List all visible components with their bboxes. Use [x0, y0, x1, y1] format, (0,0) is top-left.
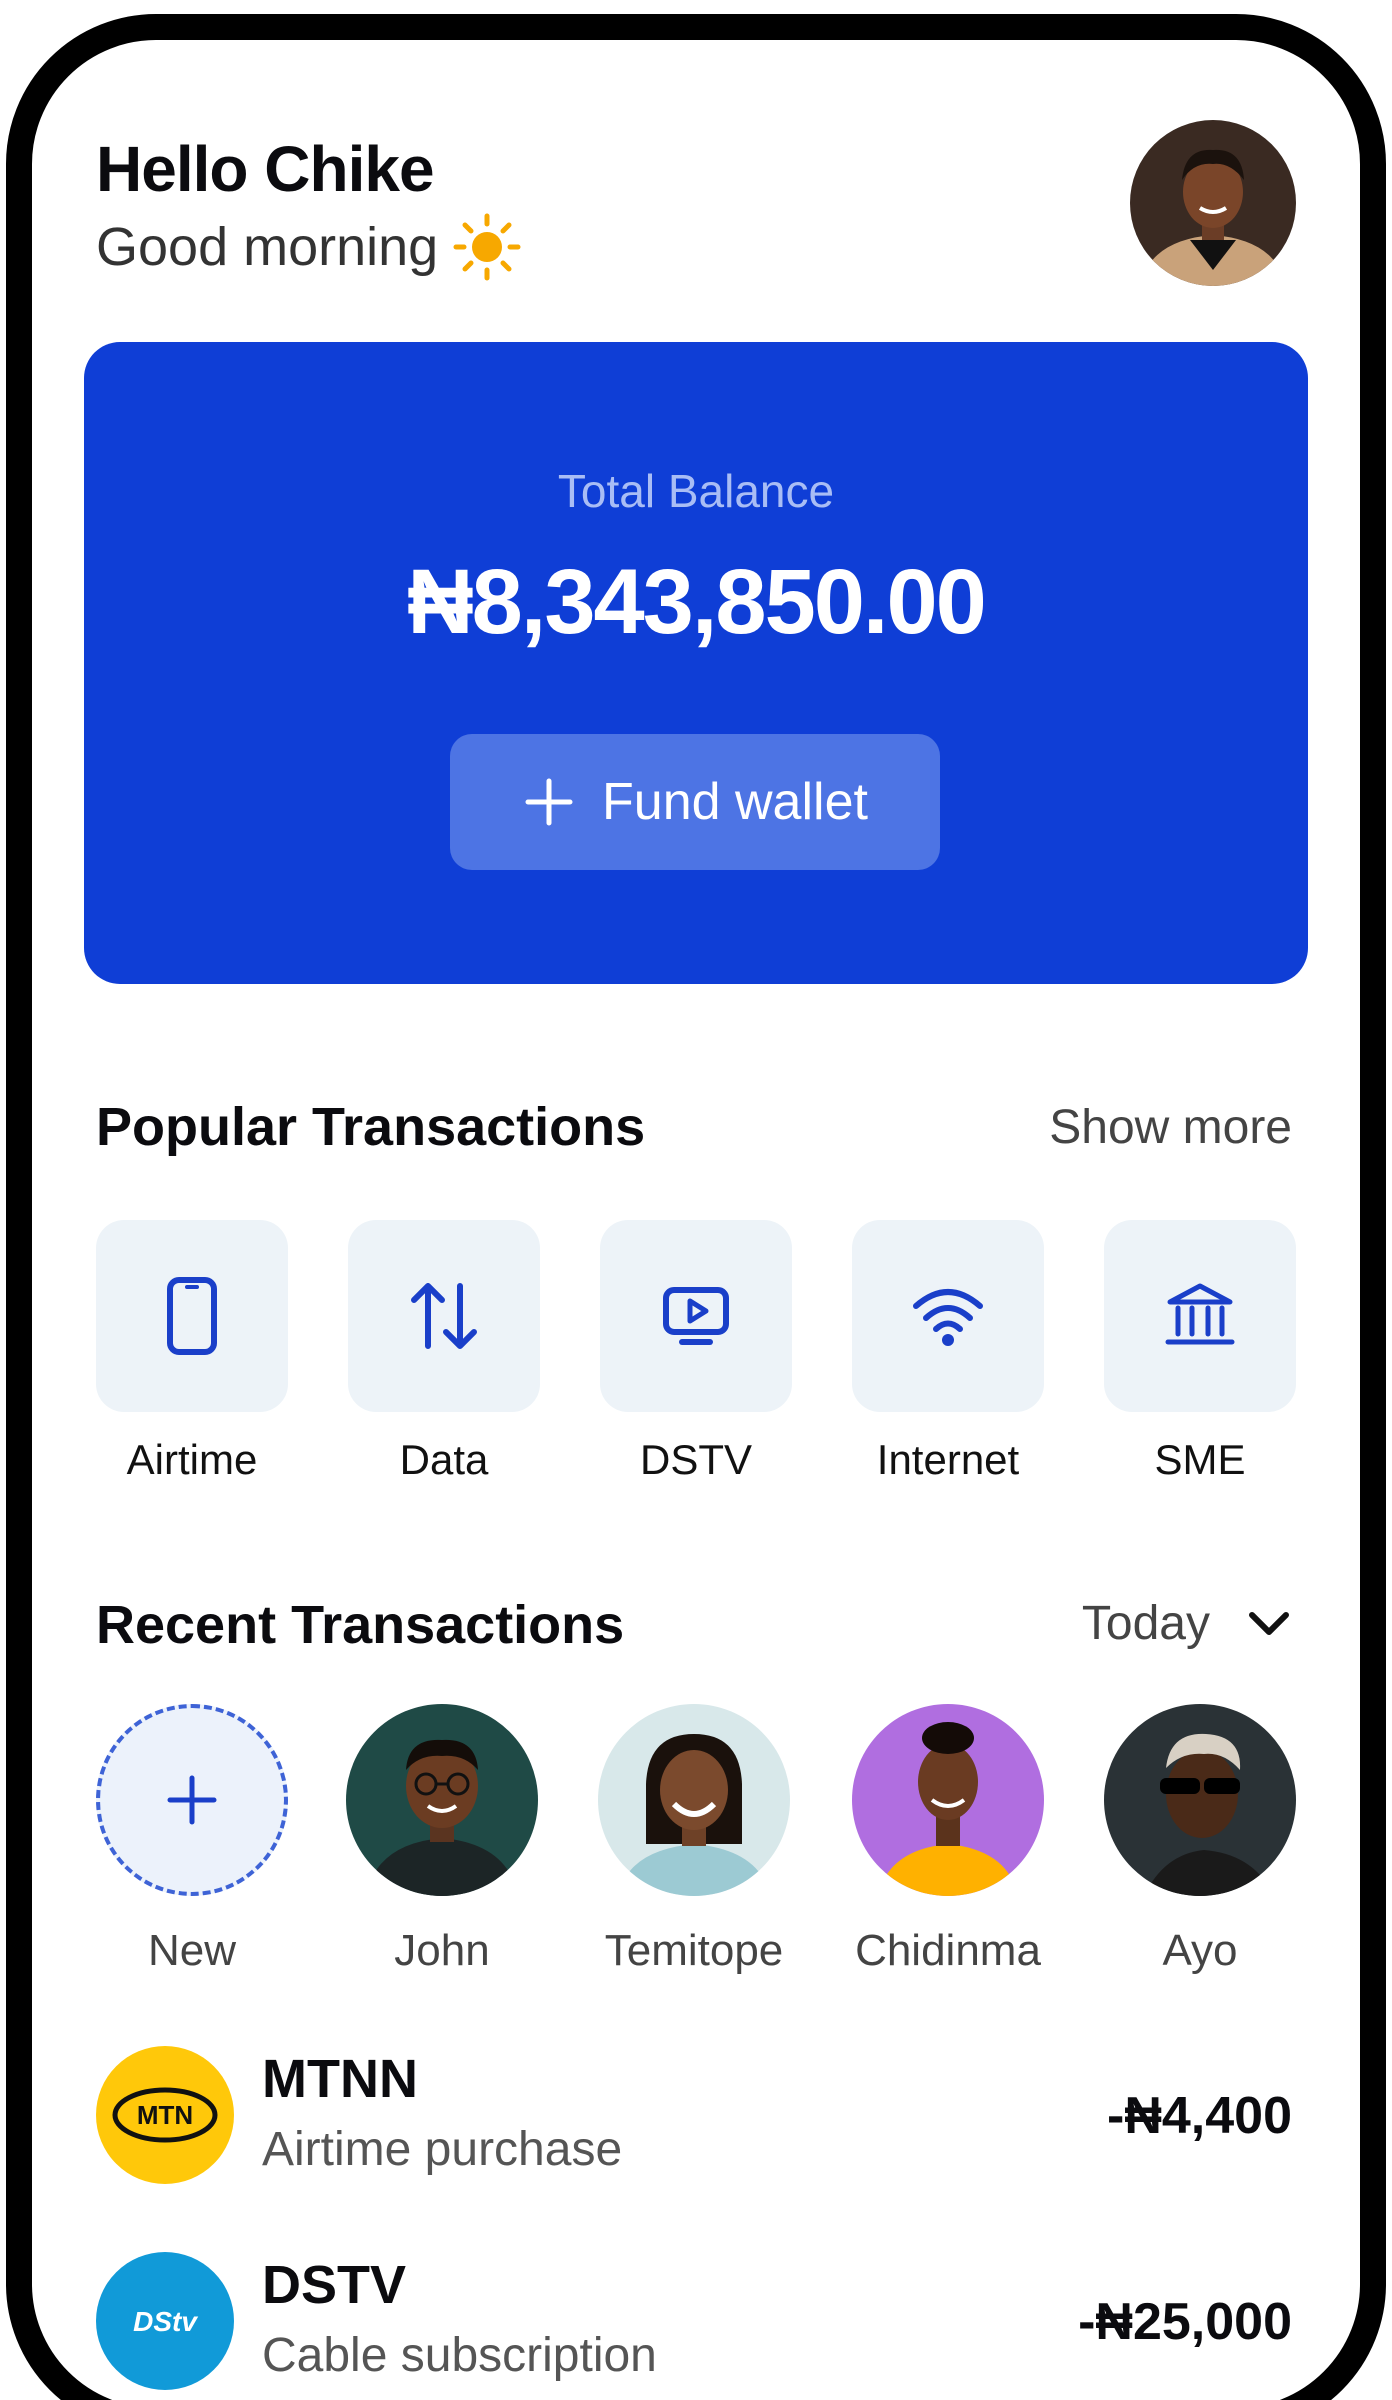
transaction-description: Cable subscription: [262, 2329, 657, 2382]
balance-label: Total Balance: [557, 465, 835, 517]
phone-icon: [167, 1277, 217, 1355]
balance-card: Total Balance ₦8,343,850.00 Fund wallet: [84, 342, 1308, 984]
contact-avatar-ayo[interactable]: [1104, 1704, 1296, 1896]
transaction-name: DSTV: [262, 2255, 407, 2315]
tile-label-dstv: DSTV: [639, 1436, 752, 1483]
transaction-amount: -₦4,400: [1107, 2087, 1292, 2145]
data-arrows-icon: [411, 1283, 477, 1349]
tile-label-internet: Internet: [876, 1436, 1020, 1483]
contact-avatar-john[interactable]: [346, 1704, 538, 1896]
tile-internet[interactable]: [852, 1220, 1044, 1412]
wifi-icon: [913, 1289, 983, 1346]
svg-text:DStv: DStv: [133, 2306, 198, 2337]
date-filter-dropdown[interactable]: Today: [1082, 1596, 1292, 1651]
chevron-down-icon: [1249, 1611, 1289, 1635]
fund-wallet-button[interactable]: Fund wallet: [450, 734, 940, 870]
popular-title: Popular Transactions: [96, 1097, 646, 1157]
tile-label-airtime: Airtime: [126, 1436, 258, 1483]
contact-label-chidinma: Chidinma: [855, 1926, 1041, 1975]
phone-screen: Hello Chike Good morning Total Balance ₦…: [0, 0, 1392, 2400]
contact-label-temitope: Temitope: [604, 1926, 784, 1975]
new-contact-button[interactable]: [96, 1704, 288, 1896]
tile-label-sme: SME: [1154, 1436, 1246, 1483]
contact-avatar-chidinma[interactable]: [852, 1704, 1044, 1896]
tile-data[interactable]: [348, 1220, 540, 1412]
plus-icon: [525, 778, 573, 826]
dstv-logo-icon: DStv: [96, 2252, 234, 2390]
date-filter-label: Today: [1081, 1597, 1210, 1650]
sun-icon: [453, 213, 521, 281]
contact-label-new: New: [147, 1926, 237, 1975]
transaction-description: Airtime purchase: [262, 2123, 623, 2176]
svg-text:MTN: MTN: [137, 2100, 193, 2130]
contact-avatar-temitope[interactable]: [598, 1704, 790, 1896]
tile-airtime[interactable]: [96, 1220, 288, 1412]
contact-label-john: John: [394, 1926, 490, 1975]
greeting-subtitle: Good morning: [96, 212, 522, 282]
tile-dstv[interactable]: [600, 1220, 792, 1412]
transaction-amount: -₦25,000: [1078, 2293, 1292, 2351]
transaction-name: MTNN: [262, 2049, 418, 2109]
show-more-link[interactable]: Show more: [1049, 1100, 1292, 1155]
fund-wallet-label: Fund wallet: [602, 773, 868, 831]
tile-sme[interactable]: [1104, 1220, 1296, 1412]
recent-title: Recent Transactions: [96, 1595, 625, 1655]
profile-avatar[interactable]: [1130, 120, 1296, 286]
tile-label-data: Data: [399, 1436, 489, 1483]
greeting-title: Hello Chike: [96, 133, 435, 205]
subgreeting-text: Good morning: [96, 217, 439, 277]
balance-amount: ₦8,343,850.00: [407, 551, 987, 653]
contact-label-ayo: Ayo: [1162, 1926, 1238, 1975]
plus-icon: [167, 1775, 217, 1825]
mtn-logo-icon: MTN: [96, 2046, 234, 2184]
bank-icon: [1165, 1283, 1235, 1345]
tv-play-icon: [663, 1287, 729, 1345]
